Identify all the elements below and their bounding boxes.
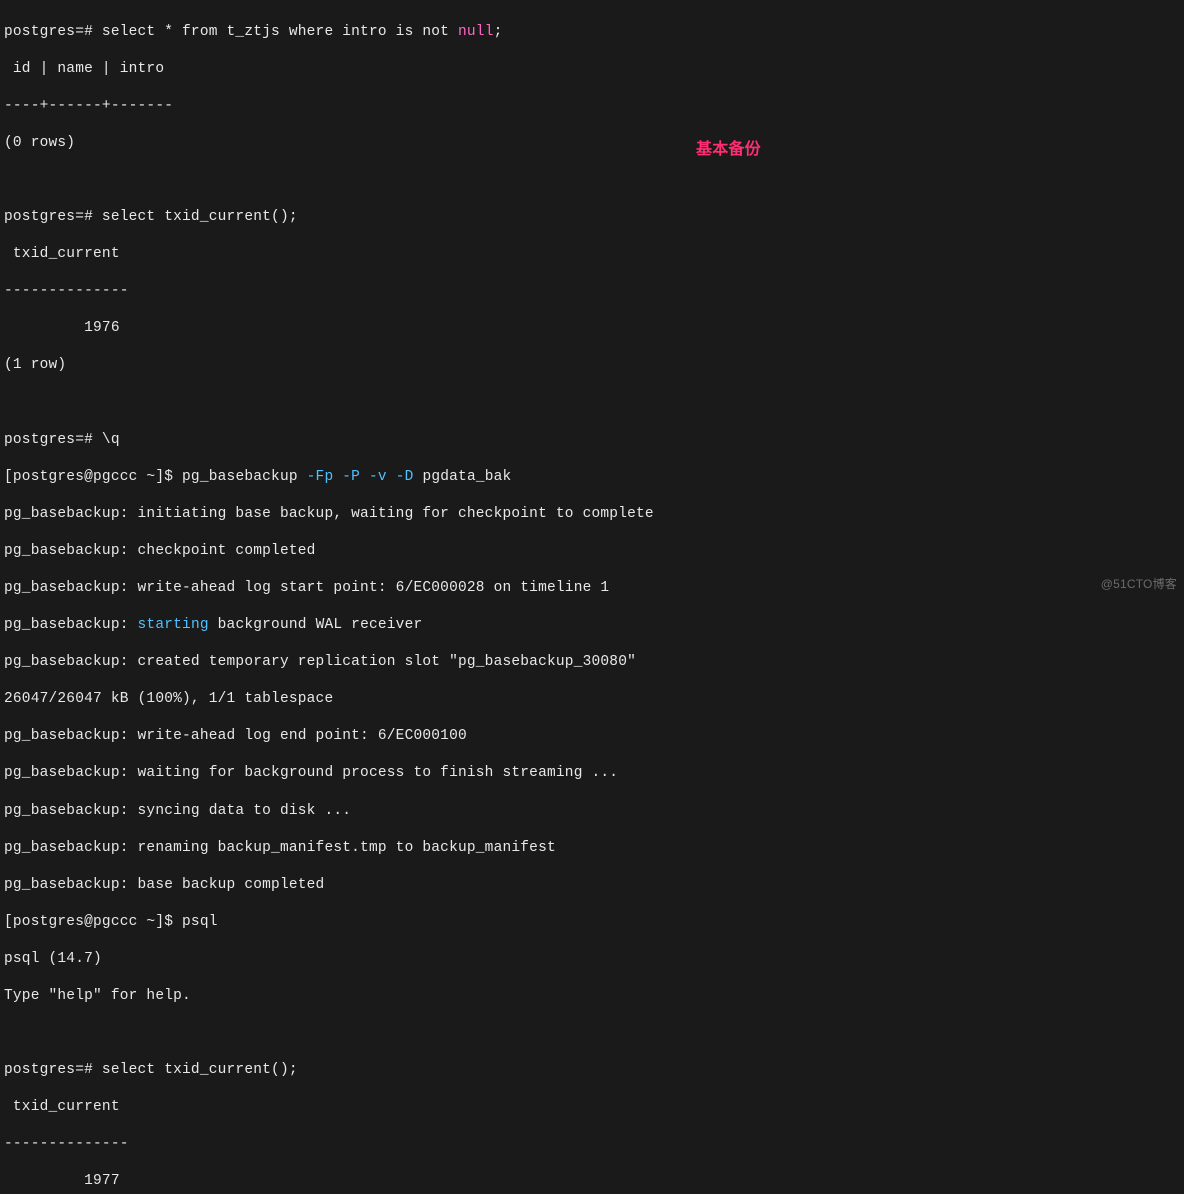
flag-v: -v bbox=[369, 469, 387, 485]
flag-d: -D bbox=[396, 469, 414, 485]
bb-line: pg_basebackup: write-ahead log start poi… bbox=[4, 579, 1180, 598]
bb-line: pg_basebackup: renaming backup_manifest.… bbox=[4, 839, 1180, 858]
bb-line: pg_basebackup: initiating base backup, w… bbox=[4, 505, 1180, 524]
bash-basebackup: [postgres@pgccc ~]$ pg_basebackup -Fp -P… bbox=[4, 468, 1180, 487]
bb-progress: 26047/26047 kB (100%), 1/1 tablespace bbox=[4, 690, 1180, 709]
bb-line: pg_basebackup: created temporary replica… bbox=[4, 653, 1180, 672]
result-header: id | name | intro bbox=[4, 60, 1180, 79]
sql-query-2: postgres=# select txid_current(); bbox=[4, 208, 1180, 227]
result-count: (0 rows) bbox=[4, 134, 1180, 153]
bash-psql: [postgres@pgccc ~]$ psql bbox=[4, 913, 1180, 932]
flag-p: -P bbox=[342, 469, 360, 485]
bb-line: pg_basebackup: waiting for background pr… bbox=[4, 764, 1180, 783]
result-separator: -------------- bbox=[4, 282, 1180, 301]
result-value: 1977 bbox=[4, 1172, 1180, 1191]
result-separator: ----+------+------- bbox=[4, 97, 1180, 116]
bb-line: pg_basebackup: syncing data to disk ... bbox=[4, 802, 1180, 821]
bb-line: pg_basebackup: checkpoint completed bbox=[4, 542, 1180, 561]
sql-query-1: postgres=# select * from t_ztjs where in… bbox=[4, 23, 1180, 42]
flag-fp: -Fp bbox=[307, 469, 334, 485]
starting-keyword: starting bbox=[138, 617, 209, 633]
watermark: @51CTO博客 bbox=[1101, 577, 1177, 592]
bb-line: pg_basebackup: write-ahead log end point… bbox=[4, 727, 1180, 746]
terminal-output: postgres=# select * from t_ztjs where in… bbox=[4, 4, 1180, 1194]
bb-line: pg_basebackup: starting background WAL r… bbox=[4, 616, 1180, 635]
arg-dir: pgdata_bak bbox=[422, 469, 511, 485]
result-value: 1976 bbox=[4, 319, 1180, 338]
result-header: txid_current bbox=[4, 245, 1180, 264]
psql-banner: psql (14.7) bbox=[4, 950, 1180, 969]
psql-quit: postgres=# \q bbox=[4, 431, 1180, 450]
result-count: (1 row) bbox=[4, 356, 1180, 375]
psql-help: Type "help" for help. bbox=[4, 987, 1180, 1006]
bb-line: pg_basebackup: base backup completed bbox=[4, 876, 1180, 895]
null-keyword: null bbox=[458, 24, 494, 40]
sql-query-3: postgres=# select txid_current(); bbox=[4, 1061, 1180, 1080]
result-header: txid_current bbox=[4, 1098, 1180, 1117]
annotation-callout: 基本备份 bbox=[696, 140, 761, 160]
result-separator: -------------- bbox=[4, 1135, 1180, 1154]
